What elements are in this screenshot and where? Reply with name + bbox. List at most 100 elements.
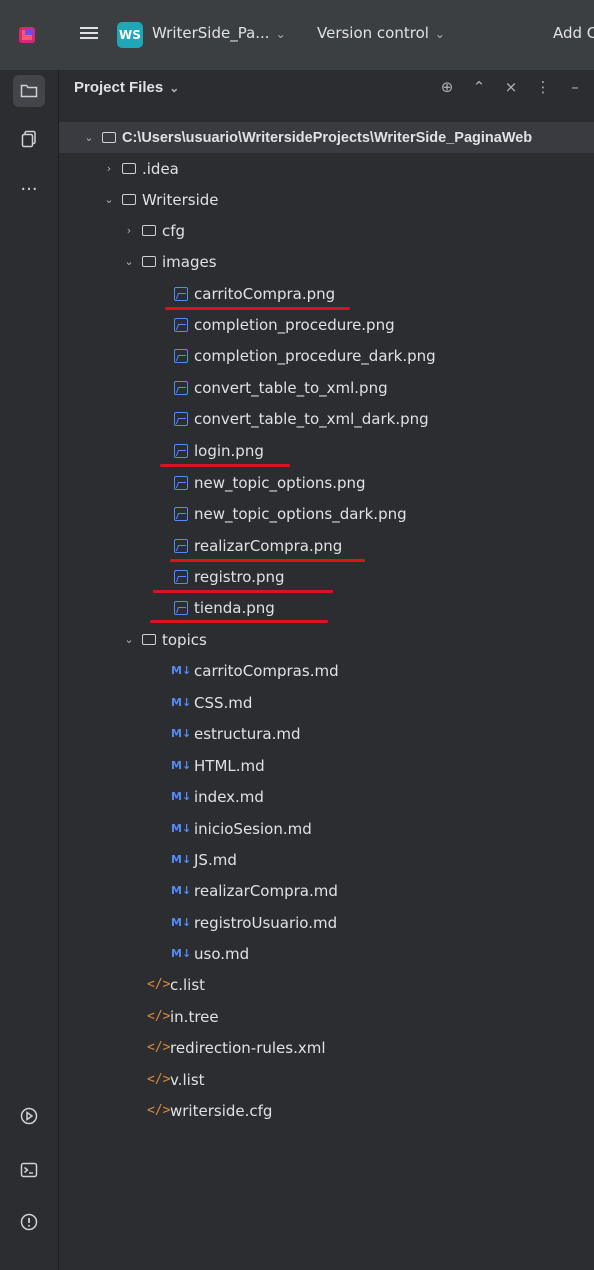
tree-folder-writerside[interactable]: ⌄ Writerside bbox=[59, 184, 594, 215]
chevron-down-icon[interactable]: ⌄ bbox=[121, 255, 137, 268]
file-name: writerside.cfg bbox=[170, 1101, 273, 1120]
tool-window-bar: ··· bbox=[0, 70, 59, 1270]
image-file-icon bbox=[173, 286, 189, 302]
xml-file-icon: </> bbox=[147, 1072, 171, 1087]
folder-label: cfg bbox=[162, 221, 186, 240]
folder-icon bbox=[141, 254, 157, 270]
root-path: C:\Users\usuario\WritersideProjects\Writ… bbox=[122, 129, 533, 146]
expand-all-icon[interactable]: ⌃ bbox=[470, 78, 488, 96]
list-item[interactable]: M↓ CSS.md bbox=[59, 687, 594, 718]
annotation-underline bbox=[153, 590, 333, 593]
list-item[interactable]: </> v.list bbox=[59, 1064, 594, 1095]
image-file-icon bbox=[173, 348, 189, 364]
terminal-icon[interactable] bbox=[13, 1154, 45, 1186]
list-item[interactable]: completion_procedure.png bbox=[59, 309, 594, 340]
file-name: convert_table_to_xml.png bbox=[194, 378, 388, 397]
list-item[interactable]: </> c.list bbox=[59, 969, 594, 1000]
file-name: new_topic_options.png bbox=[194, 473, 366, 492]
structure-icon[interactable] bbox=[13, 123, 45, 155]
image-file-icon bbox=[173, 317, 189, 333]
list-item[interactable]: login.png bbox=[59, 435, 594, 466]
markdown-file-icon: M↓ bbox=[171, 822, 192, 835]
annotation-underline bbox=[165, 307, 350, 310]
version-control-menu[interactable]: Version control ⌄ bbox=[317, 24, 445, 42]
problems-icon[interactable] bbox=[13, 1206, 45, 1238]
list-item[interactable]: new_topic_options.png bbox=[59, 467, 594, 498]
list-item[interactable]: new_topic_options_dark.png bbox=[59, 498, 594, 529]
project-name: WriterSide_Pa... bbox=[152, 24, 270, 42]
markdown-file-icon: M↓ bbox=[171, 853, 192, 866]
list-item[interactable]: convert_table_to_xml.png bbox=[59, 372, 594, 403]
list-item[interactable]: convert_table_to_xml_dark.png bbox=[59, 403, 594, 434]
list-item[interactable]: M↓ inicioSesion.md bbox=[59, 813, 594, 844]
markdown-file-icon: M↓ bbox=[171, 727, 192, 740]
list-item[interactable]: registro.png bbox=[59, 561, 594, 592]
add-config-button[interactable]: Add C bbox=[553, 24, 594, 42]
list-item[interactable]: M↓ JS.md bbox=[59, 844, 594, 875]
list-item[interactable]: realizarCompra.png bbox=[59, 530, 594, 561]
markdown-file-icon: M↓ bbox=[171, 916, 192, 929]
markdown-file-icon: M↓ bbox=[171, 790, 192, 803]
more-tools-icon[interactable]: ··· bbox=[13, 173, 45, 205]
list-item[interactable]: M↓ uso.md bbox=[59, 938, 594, 969]
folder-icon bbox=[141, 223, 157, 239]
file-name: carritoCompras.md bbox=[194, 661, 339, 680]
list-item[interactable]: M↓ realizarCompra.md bbox=[59, 875, 594, 906]
image-file-icon bbox=[173, 443, 189, 459]
list-item[interactable]: </> in.tree bbox=[59, 1001, 594, 1032]
hide-icon[interactable]: – bbox=[566, 78, 584, 96]
markdown-file-icon: M↓ bbox=[171, 884, 192, 897]
project-selector[interactable]: WriterSide_Pa... ⌄ bbox=[152, 24, 286, 42]
list-item[interactable]: M↓ carritoCompras.md bbox=[59, 655, 594, 686]
xml-file-icon: </> bbox=[147, 1103, 171, 1118]
list-item[interactable]: </> writerside.cfg bbox=[59, 1095, 594, 1126]
collapse-all-icon[interactable]: ⨯ bbox=[502, 78, 520, 96]
file-name: in.tree bbox=[170, 1007, 219, 1026]
chevron-down-icon: ⌄ bbox=[275, 27, 286, 41]
chevron-down-icon[interactable]: ⌄ bbox=[81, 131, 97, 144]
chevron-right-icon[interactable]: › bbox=[101, 162, 117, 175]
tree-folder-cfg[interactable]: › cfg bbox=[59, 215, 594, 246]
markdown-file-icon: M↓ bbox=[171, 947, 192, 960]
app-logo-icon[interactable] bbox=[18, 26, 36, 44]
list-item[interactable]: M↓ HTML.md bbox=[59, 750, 594, 781]
tree-root[interactable]: ⌄ C:\Users\usuario\WritersideProjects\Wr… bbox=[59, 122, 594, 153]
image-file-icon bbox=[173, 411, 189, 427]
panel-title-selector[interactable]: Project Files ⌄ bbox=[74, 79, 179, 96]
annotation-underline bbox=[160, 464, 290, 467]
panel-title: Project Files bbox=[74, 79, 164, 96]
options-icon[interactable]: ⋮ bbox=[534, 78, 552, 96]
file-name: JS.md bbox=[194, 850, 237, 869]
file-name: carritoCompra.png bbox=[194, 284, 336, 303]
markdown-file-icon: M↓ bbox=[171, 759, 192, 772]
list-item[interactable]: M↓ index.md bbox=[59, 781, 594, 812]
annotation-underline bbox=[170, 559, 365, 562]
folder-label: Writerside bbox=[142, 190, 219, 209]
main-menu-icon[interactable] bbox=[80, 24, 98, 42]
project-badge[interactable]: WS bbox=[117, 22, 143, 48]
image-file-icon bbox=[173, 600, 189, 616]
run-icon[interactable] bbox=[13, 1100, 45, 1132]
file-name: completion_procedure_dark.png bbox=[194, 346, 436, 365]
list-item[interactable]: completion_procedure_dark.png bbox=[59, 340, 594, 371]
project-folder-icon[interactable] bbox=[13, 75, 45, 107]
folder-icon bbox=[121, 161, 137, 177]
chevron-right-icon[interactable]: › bbox=[121, 224, 137, 237]
chevron-down-icon[interactable]: ⌄ bbox=[121, 633, 137, 646]
project-panel-header: Project Files ⌄ ⊕ ⌃ ⨯ ⋮ – bbox=[59, 70, 594, 110]
chevron-down-icon: ⌄ bbox=[434, 27, 445, 41]
xml-file-icon: </> bbox=[147, 1009, 171, 1024]
list-item[interactable]: M↓ registroUsuario.md bbox=[59, 907, 594, 938]
list-item[interactable]: carritoCompra.png bbox=[59, 278, 594, 309]
list-item[interactable]: tienda.png bbox=[59, 592, 594, 623]
list-item[interactable]: </> redirection-rules.xml bbox=[59, 1032, 594, 1063]
list-item[interactable]: M↓ estructura.md bbox=[59, 718, 594, 749]
tree-folder-images[interactable]: ⌄ images bbox=[59, 246, 594, 277]
tree-folder-topics[interactable]: ⌄ topics bbox=[59, 624, 594, 655]
title-bar: WS WriterSide_Pa... ⌄ Version control ⌄ Ad… bbox=[0, 0, 594, 70]
file-name: c.list bbox=[170, 975, 206, 994]
tree-folder-idea[interactable]: › .idea bbox=[59, 153, 594, 184]
locate-icon[interactable]: ⊕ bbox=[438, 78, 456, 96]
folder-label: .idea bbox=[142, 159, 179, 178]
chevron-down-icon[interactable]: ⌄ bbox=[101, 193, 117, 206]
